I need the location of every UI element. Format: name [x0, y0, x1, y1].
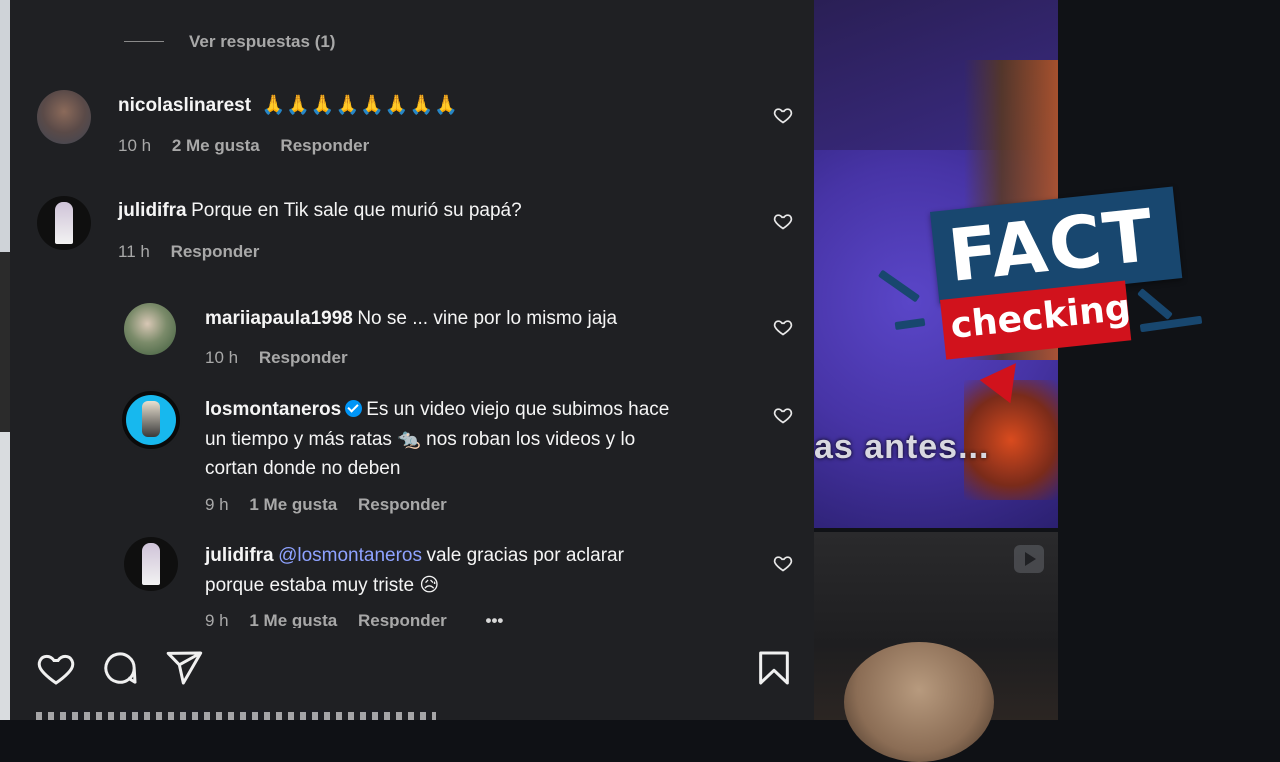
comment-username[interactable]: mariiapaula1998	[205, 308, 353, 329]
comment-text-line: un tiempo y más ratas 🐀 nos roban los vi…	[205, 429, 636, 450]
heart-icon[interactable]	[773, 405, 793, 425]
comment-time: 9 h	[205, 495, 229, 514]
bookmark-icon[interactable]	[754, 648, 794, 688]
avatar[interactable]	[37, 196, 91, 250]
verified-icon	[345, 400, 363, 417]
comment-username[interactable]: julidifra	[205, 545, 274, 566]
reply-button[interactable]: Responder	[280, 136, 369, 155]
likes-count[interactable]: 1 Me gusta	[249, 495, 337, 514]
comment-time: 10 h	[205, 348, 239, 367]
view-replies-link[interactable]: Ver respuestas (1)	[189, 32, 335, 52]
heart-icon[interactable]	[773, 317, 793, 337]
cut-off-text	[36, 712, 436, 720]
comment-time: 11 h	[118, 242, 150, 261]
likes-count[interactable]: 2 Me gusta	[172, 136, 260, 155]
comment-text-line: porque estaba muy triste 😥	[205, 575, 440, 596]
reply-button[interactable]: Responder	[358, 495, 447, 514]
comment-text: 🙏🙏🙏🙏🙏🙏🙏🙏	[261, 95, 459, 116]
mention-link[interactable]: @losmontaneros	[278, 545, 422, 566]
comments-panel: Ver respuestas (1) nicolaslinarest 🙏🙏🙏🙏🙏…	[10, 0, 814, 720]
comment-text-line: vale gracias por aclarar	[426, 545, 624, 566]
reply-button[interactable]: Responder	[171, 242, 260, 261]
avatar[interactable]	[124, 303, 176, 355]
comment-username[interactable]: losmontaneros	[205, 399, 341, 420]
comment-text: Porque en Tik sale que murió su papá?	[191, 200, 522, 221]
background-strip	[0, 0, 10, 720]
video-caption: as antes...	[814, 428, 990, 466]
comment-username[interactable]: julidifra	[118, 200, 187, 221]
share-icon[interactable]	[164, 648, 204, 688]
heart-icon[interactable]	[773, 211, 793, 231]
avatar[interactable]	[120, 389, 182, 451]
like-icon[interactable]	[36, 648, 76, 688]
action-bar	[10, 628, 814, 720]
heart-icon[interactable]	[773, 105, 793, 125]
comment-icon[interactable]	[100, 648, 140, 688]
comment-text-line: Es un video viejo que subimos hace	[366, 399, 670, 420]
comment-time: 10 h	[118, 136, 152, 155]
reply-button[interactable]: Responder	[259, 348, 348, 367]
comment-text: No se ... vine por lo mismo jaja	[357, 308, 618, 329]
comment-username[interactable]: nicolaslinarest	[118, 95, 251, 116]
play-icon[interactable]	[1014, 545, 1044, 573]
avatar[interactable]	[124, 537, 178, 591]
heart-icon[interactable]	[773, 553, 793, 573]
comment-text-line: cortan donde no deben	[205, 458, 401, 479]
replies-line	[124, 41, 164, 42]
avatar[interactable]	[37, 90, 91, 144]
